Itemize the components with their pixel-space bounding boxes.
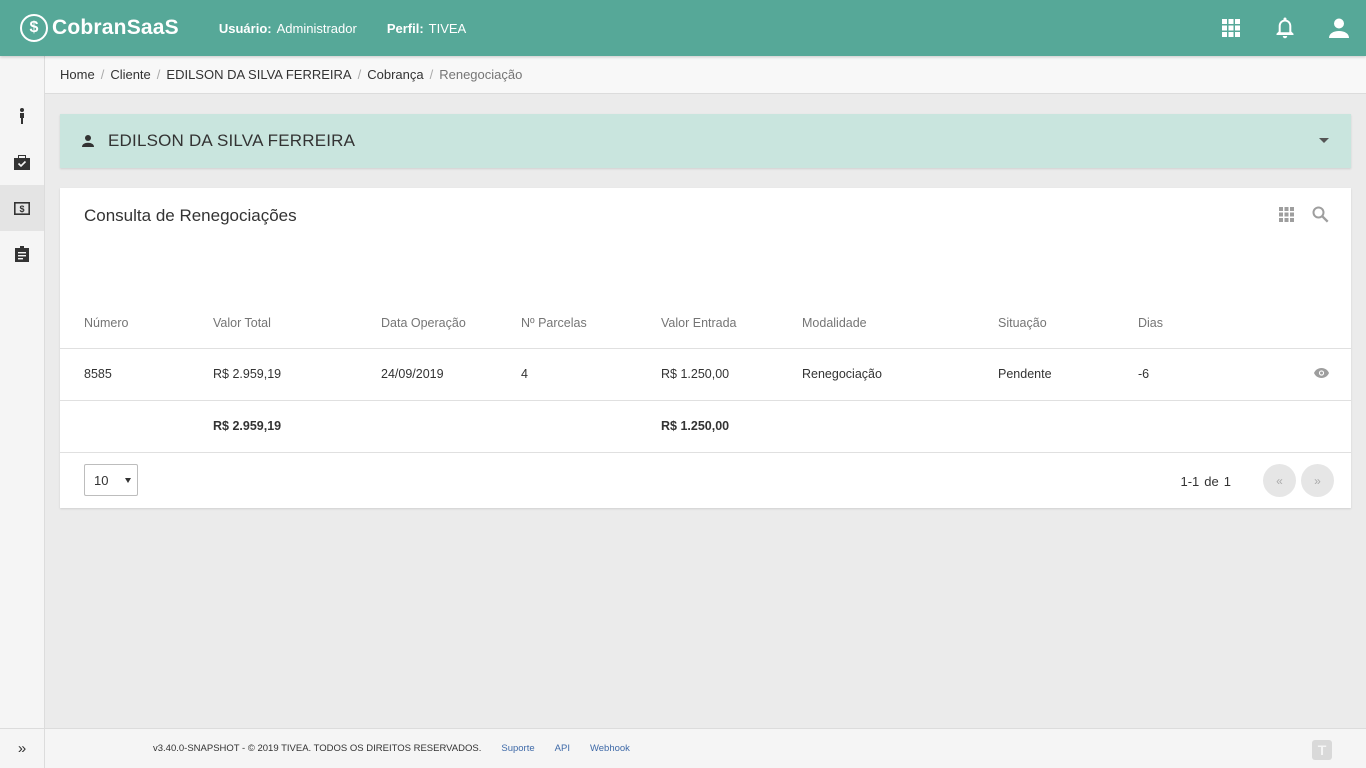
briefcase-check-icon: [14, 154, 30, 170]
cell-dias: -6: [1138, 347, 1268, 400]
cell-actions: [1268, 347, 1351, 400]
total-valor-total: R$ 2.959,19: [213, 399, 381, 452]
page-footer: v3.40.0-SNAPSHOT - © 2019 TIVEA. TODOS O…: [45, 728, 1366, 768]
columns-grid-icon[interactable]: [1279, 207, 1294, 227]
breadcrumb-renegociacao: Renegociação: [439, 67, 523, 82]
column-header-valor-total[interactable]: Valor Total: [213, 298, 381, 348]
renegotiation-table: Número Valor Total Data Operação Nº Parc…: [60, 298, 1351, 452]
page-info: 1-1 de 1: [1181, 474, 1232, 489]
user-info-profile: Perfil: TIVEA: [386, 20, 467, 36]
svg-text:$: $: [19, 204, 24, 214]
bell-icon[interactable]: [1258, 0, 1312, 56]
breadcrumb-cliente[interactable]: Cliente: [110, 67, 150, 82]
apps-grid-icon[interactable]: [1204, 0, 1258, 56]
eye-icon[interactable]: [1314, 367, 1329, 381]
cell-valor-total: R$ 2.959,19: [213, 347, 381, 400]
breadcrumb-separator: /: [429, 67, 434, 82]
search-icon[interactable]: [1312, 206, 1329, 228]
sidebar-item-billing[interactable]: $: [0, 185, 44, 231]
cell-data-operacao: 24/09/2019: [381, 347, 521, 400]
cell-situacao: Pendente: [998, 347, 1138, 400]
totals-cell-empty: [521, 399, 661, 452]
user-info-user: Usuário: Administrador: [218, 20, 357, 36]
person-walk-icon: [20, 108, 24, 124]
cell-numero: 8585: [60, 347, 213, 400]
logo-coin-icon: $: [20, 14, 48, 42]
page-of-label: de: [1204, 474, 1219, 489]
totals-cell-empty: [802, 399, 998, 452]
top-bar: $ CobranSaaS Usuário: Administrador Perfi…: [0, 0, 1366, 56]
total-valor-entrada: R$ 1.250,00: [661, 399, 802, 452]
footer-link-webhook[interactable]: Webhook: [590, 743, 630, 754]
client-name: EDILSON DA SILVA FERREIRA: [108, 131, 356, 150]
column-header-modalidade[interactable]: Modalidade: [802, 298, 998, 348]
column-header-actions: [1268, 298, 1351, 348]
chevron-down-icon[interactable]: [1319, 138, 1329, 143]
sidebar-expand-button[interactable]: »: [0, 728, 44, 768]
totals-cell-empty: [998, 399, 1138, 452]
client-panel[interactable]: EDILSON DA SILVA FERREIRA: [60, 114, 1351, 168]
sidebar: $ »: [0, 56, 45, 768]
column-header-dias[interactable]: Dias: [1138, 298, 1268, 348]
column-header-situacao[interactable]: Situação: [998, 298, 1138, 348]
totals-cell-empty: [1268, 399, 1351, 452]
totals-cell-empty: [60, 399, 213, 452]
breadcrumb-separator: /: [357, 67, 362, 82]
card-title: Consulta de Renegociações: [84, 206, 297, 225]
breadcrumb: Home / Cliente / EDILSON DA SILVA FERREI…: [45, 56, 1366, 94]
page-size-value: 10: [94, 472, 109, 488]
table-row[interactable]: 8585 R$ 2.959,19 24/09/2019 4 R$ 1.250,0…: [60, 347, 1351, 400]
page-range: 1-1: [1180, 474, 1200, 489]
tivea-logo-icon: T: [1312, 740, 1332, 760]
column-header-valor-entrada[interactable]: Valor Entrada: [661, 298, 802, 348]
user-icon[interactable]: [1312, 0, 1366, 56]
renegotiation-card: Consulta de Renegociações Número Valor T…: [60, 188, 1351, 508]
breadcrumb-separator: /: [156, 67, 161, 82]
cell-modalidade: Renegociação: [802, 347, 998, 400]
breadcrumb-separator: /: [100, 67, 105, 82]
footer-link-api[interactable]: API: [555, 743, 570, 754]
cell-valor-entrada: R$ 1.250,00: [661, 347, 802, 400]
breadcrumb-client-name[interactable]: EDILSON DA SILVA FERREIRA: [166, 67, 351, 82]
table-totals-row: R$ 2.959,19 R$ 1.250,00: [60, 399, 1351, 452]
column-header-data-operacao[interactable]: Data Operação: [381, 298, 521, 348]
sidebar-item-person[interactable]: [0, 93, 44, 139]
page-size-select[interactable]: 10: [84, 464, 138, 496]
column-header-numero[interactable]: Número: [60, 298, 213, 348]
money-icon: $: [14, 201, 30, 215]
breadcrumb-cobranca[interactable]: Cobrança: [367, 67, 423, 82]
clipboard-icon: [15, 246, 29, 262]
user-info: Usuário: Administrador Perfil: TIVEA: [219, 21, 466, 36]
page-total: 1: [1223, 474, 1231, 489]
prev-page-button[interactable]: «: [1263, 464, 1296, 497]
logo-text: CobranSaaS: [52, 16, 179, 39]
next-page-button[interactable]: »: [1301, 464, 1334, 497]
footer-link-suporte[interactable]: Suporte: [501, 743, 534, 754]
sidebar-item-reports[interactable]: [0, 231, 44, 277]
cell-parcelas: 4: [521, 347, 661, 400]
column-header-parcelas[interactable]: Nº Parcelas: [521, 298, 661, 348]
table-header-row: Número Valor Total Data Operação Nº Parc…: [60, 298, 1351, 348]
person-icon: [82, 135, 94, 147]
app-logo[interactable]: $ CobranSaaS: [20, 0, 179, 56]
copyright-text: v3.40.0-SNAPSHOT - © 2019 TIVEA. TODOS O…: [153, 743, 482, 754]
table-pagination: 10 1-1 de 1 « »: [60, 452, 1351, 508]
breadcrumb-home[interactable]: Home: [60, 67, 95, 82]
totals-cell-empty: [1138, 399, 1268, 452]
totals-cell-empty: [381, 399, 521, 452]
select-arrow-icon: [125, 478, 131, 483]
sidebar-item-services[interactable]: [0, 139, 44, 185]
